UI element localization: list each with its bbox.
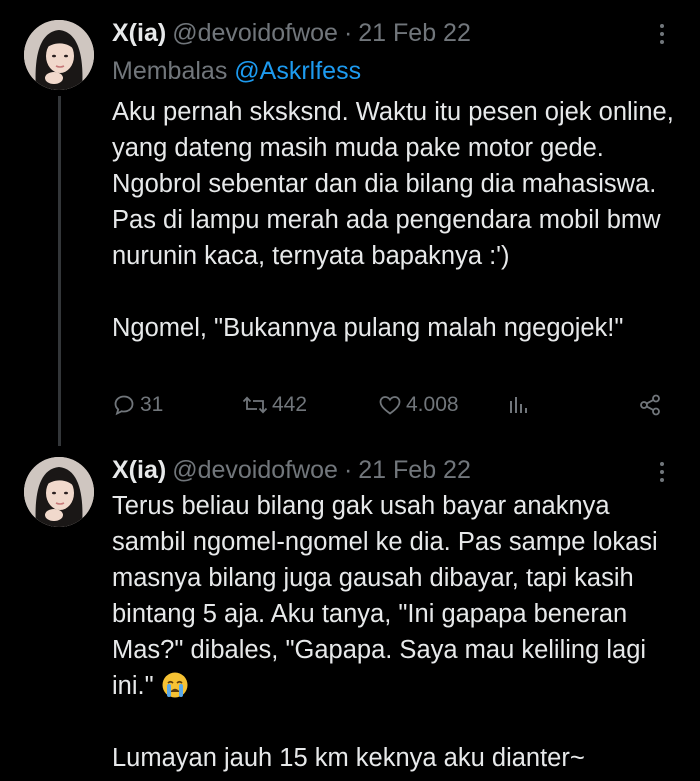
retweet-button[interactable]: 442 bbox=[242, 393, 307, 417]
tweet-header: X(ia) @devoidofwoe · 21 Feb 22 bbox=[112, 16, 471, 50]
views-icon bbox=[510, 397, 527, 413]
tweet-1[interactable]: X(ia) @devoidofwoe · 21 Feb 22 Membalas … bbox=[0, 0, 700, 446]
retweet-count: 442 bbox=[272, 393, 308, 416]
separator: · bbox=[343, 18, 353, 47]
more-options-icon[interactable] bbox=[652, 19, 672, 49]
crying-face-emoji bbox=[162, 672, 188, 698]
tweet-paragraph-text: Terus beliau bilang gak usah bayar anakn… bbox=[112, 492, 658, 700]
display-name[interactable]: X(ia) bbox=[112, 456, 166, 485]
reply-mention-link[interactable]: @Askrlfess bbox=[234, 57, 361, 85]
user-handle[interactable]: @devoidofwoe bbox=[172, 456, 338, 485]
separator: · bbox=[343, 455, 353, 484]
avatar-photo bbox=[24, 20, 94, 90]
share-button[interactable] bbox=[638, 393, 662, 417]
retweet-icon bbox=[242, 396, 268, 414]
reply-count: 31 bbox=[140, 393, 164, 416]
user-handle[interactable]: @devoidofwoe bbox=[172, 19, 338, 48]
avatar[interactable] bbox=[24, 20, 94, 90]
share-icon bbox=[640, 394, 660, 416]
reply-button[interactable]: 31 bbox=[112, 393, 163, 417]
tweet-text: Aku pernah sksksnd. Waktu itu pesen ojek… bbox=[112, 94, 682, 346]
reply-context: Membalas @Askrlfess bbox=[112, 57, 361, 86]
like-count: 4.008 bbox=[406, 393, 459, 416]
avatar[interactable] bbox=[24, 457, 94, 527]
tweet-paragraph: Ngomel, "Bukannya pulang malah ngegojek!… bbox=[112, 314, 624, 342]
thread-line bbox=[58, 96, 61, 446]
views-button[interactable] bbox=[508, 393, 530, 417]
tweet-date[interactable]: 21 Feb 22 bbox=[358, 19, 471, 48]
avatar-photo bbox=[24, 457, 94, 527]
like-icon bbox=[379, 396, 401, 415]
tweet-header: X(ia) @devoidofwoe · 21 Feb 22 bbox=[112, 453, 471, 487]
tweet-text: Terus beliau bilang gak usah bayar anakn… bbox=[112, 488, 682, 776]
reply-icon bbox=[114, 395, 134, 416]
reply-prefix: Membalas bbox=[112, 57, 228, 85]
display-name[interactable]: X(ia) bbox=[112, 19, 166, 48]
tweet-paragraph: Aku pernah sksksnd. Waktu itu pesen ojek… bbox=[112, 98, 674, 270]
tweet-date[interactable]: 21 Feb 22 bbox=[358, 456, 471, 485]
more-options-icon[interactable] bbox=[652, 457, 672, 487]
tweet-paragraph: Terus beliau bilang gak usah bayar anakn… bbox=[112, 488, 682, 704]
tweet-actions: 31 442 4.008 bbox=[112, 391, 672, 427]
tweet-2[interactable]: X(ia) @devoidofwoe · 21 Feb 22 Terus bel… bbox=[0, 440, 700, 781]
like-button[interactable]: 4.008 bbox=[378, 393, 459, 417]
tweet-paragraph: Lumayan jauh 15 km keknya aku dianter~ bbox=[112, 744, 585, 772]
